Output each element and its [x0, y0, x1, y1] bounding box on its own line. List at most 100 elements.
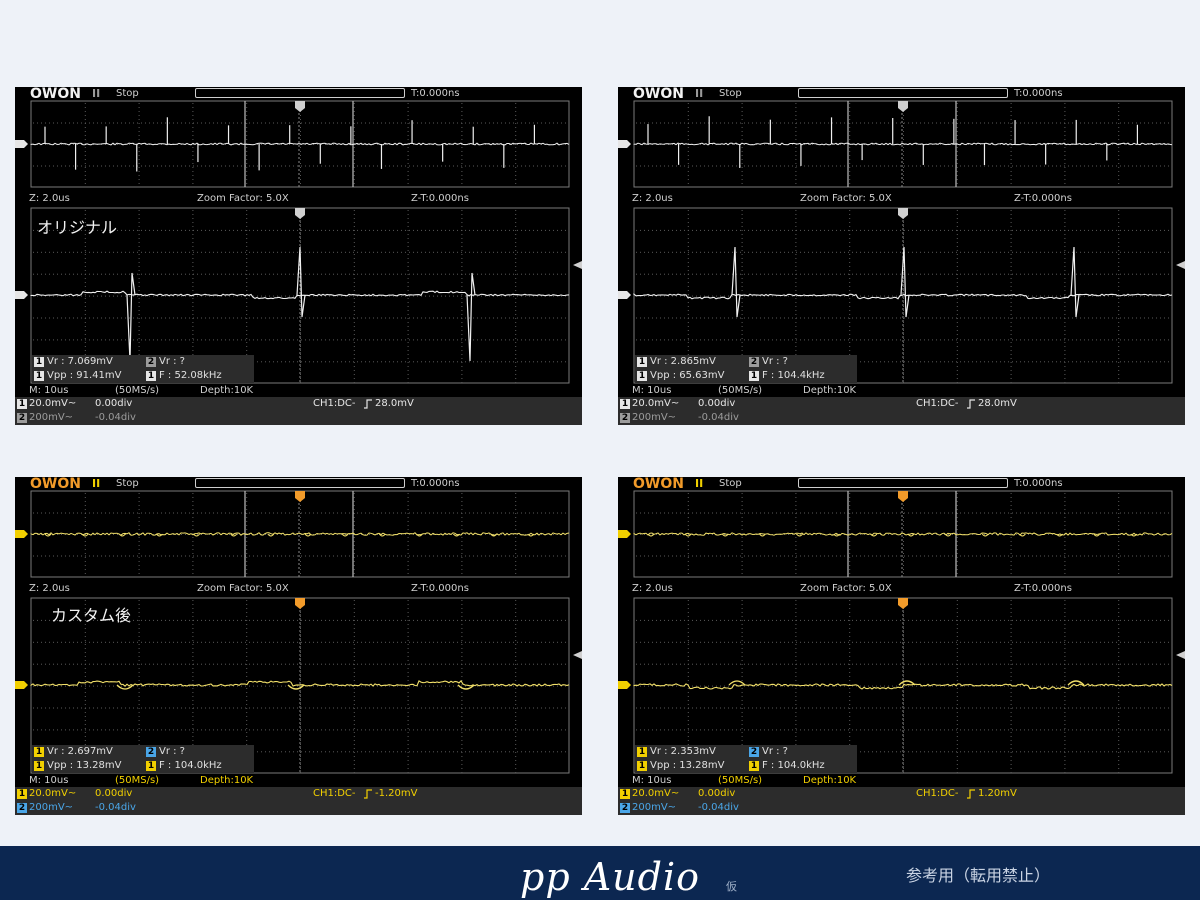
measure-ch1-vr-chip: 1: [34, 357, 44, 367]
zoom-factor: Zoom Factor: 5.0X: [197, 193, 289, 204]
trigger-info: CH1:DC-: [313, 398, 356, 409]
scope-screen-original-b: OWON II Stop T:0.000ns Z: 2.0us Zoom Factor: …: [618, 86, 1185, 425]
zt-offset: Z-T:0.000ns: [411, 193, 469, 204]
measure-ch1-freq-chip: 1: [749, 371, 759, 381]
rising-edge-icon: [967, 789, 975, 799]
trigger-level: 28.0mV: [375, 398, 414, 409]
zoom-scale: Z: 2.0us: [632, 583, 673, 594]
scope-screen-original-a: OWON II Stop T:0.000ns Z: 2.0us Zoom Factor: …: [15, 86, 582, 425]
owon-logo: OWON: [633, 476, 684, 492]
ch1-scale: 20.0mV~: [29, 788, 77, 799]
waveform-label: オリジナル: [37, 218, 118, 237]
ch1-scale: 20.0mV~: [632, 788, 680, 799]
trigger-info: CH1:DC-: [313, 788, 356, 799]
zoom-scale: Z: 2.0us: [29, 583, 70, 594]
measure-ch2-vr: Vr : ?: [762, 746, 788, 757]
measure-ch1-vr-chip: 1: [637, 357, 647, 367]
channel-status-bar: 1 20.0mV~ 0.00div 2 200mV~ -0.04div CH1:DC- -1.…: [15, 787, 582, 815]
trigger-info: CH1:DC-: [916, 398, 959, 409]
channel-status-bar: 1 20.0mV~ 0.00div 2 200mV~ -0.04div CH1:DC- 28.…: [15, 397, 582, 425]
brand-logo: pp Audio: [520, 855, 701, 899]
memory-depth: Depth:10K: [200, 385, 254, 396]
measure-ch1-freq-chip: 1: [749, 761, 759, 771]
scope-screen-custom-a: OWON II Stop T:0.000ns Z: 2.0us Zoom Factor: …: [15, 476, 582, 815]
ch2-position: -0.04div: [698, 412, 739, 423]
t-offset: T:0.000ns: [411, 478, 460, 489]
rising-edge-icon: [967, 399, 975, 409]
run-indicator: II: [695, 87, 704, 100]
ch2-position: -0.04div: [95, 802, 136, 813]
ch1-marker: [618, 530, 631, 689]
ch2-scale: 200mV~: [632, 412, 677, 423]
sample-rate: (50MS/s): [718, 385, 763, 396]
measure-ch1-vr: Vr : 2.865mV: [650, 356, 716, 367]
measure-ch1-vpp-chip: 1: [34, 761, 44, 771]
ch1-position: 0.00div: [698, 788, 736, 799]
owon-logo: OWON: [633, 86, 684, 102]
channel-status-bar: 1 20.0mV~ 0.00div 2 200mV~ -0.04div CH1:DC- 1.2…: [618, 787, 1185, 815]
trigger-level: 28.0mV: [978, 398, 1017, 409]
measure-ch1-vr-chip: 1: [637, 747, 647, 757]
overview-trace: [633, 142, 1173, 146]
timebase: M: 10us: [29, 775, 69, 786]
rising-edge-icon: [364, 399, 372, 409]
zoom-factor: Zoom Factor: 5.0X: [800, 193, 892, 204]
zoom-factor: Zoom Factor: 5.0X: [197, 583, 289, 594]
owon-logo: OWON: [30, 86, 81, 102]
measure-ch1-freq-chip: 1: [146, 371, 156, 381]
zoom-window-bar: [195, 88, 405, 98]
ch1-status-chip: 1: [620, 399, 630, 409]
ch2-status-chip: 2: [620, 413, 630, 423]
ch2-position: -0.04div: [95, 412, 136, 423]
ch1-position: 0.00div: [698, 398, 736, 409]
ch1-scale: 20.0mV~: [29, 398, 77, 409]
overview-trace: [30, 142, 570, 146]
main-spike: [466, 272, 476, 362]
ch1-position: 0.00div: [95, 398, 133, 409]
measure-ch1-freq-chip: 1: [146, 761, 156, 771]
trigger-level: -1.20mV: [375, 788, 418, 799]
ch2-scale: 200mV~: [29, 802, 74, 813]
zoom-scale: Z: 2.0us: [29, 193, 70, 204]
overview-dip: [796, 533, 803, 537]
channel-status-bar: 1 20.0mV~ 0.00div 2 200mV~ -0.04div CH1:DC- 28.…: [618, 397, 1185, 425]
sample-rate: (50MS/s): [115, 775, 160, 786]
ch1-position: 0.00div: [95, 788, 133, 799]
measure-ch2-vr-chip: 2: [146, 357, 156, 367]
measure-ch1-vpp-chip: 1: [637, 761, 647, 771]
ch1-marker: [618, 140, 631, 299]
measure-ch2-vr-chip: 2: [749, 357, 759, 367]
run-indicator: II: [695, 477, 704, 490]
t-offset: T:0.000ns: [1014, 88, 1063, 99]
scope-screen-custom-b: OWON II Stop T:0.000ns Z: 2.0us Zoom Factor: …: [618, 476, 1185, 815]
measure-ch2-vr: Vr : ?: [762, 356, 788, 367]
measure-ch2-vr: Vr : ?: [159, 746, 185, 757]
measurement-panel: 1 Vr : 2.353mV 2 Vr : ? 1 Vpp : 13.28mV 1 F : 1…: [635, 745, 857, 773]
ch1-status-chip: 1: [620, 789, 630, 799]
t-offset: T:0.000ns: [411, 88, 460, 99]
ch2-status-chip: 2: [620, 803, 630, 813]
ch1-scale: 20.0mV~: [632, 398, 680, 409]
memory-depth: Depth:10K: [200, 775, 254, 786]
trigger-info: CH1:DC-: [916, 788, 959, 799]
run-indicator: II: [92, 87, 101, 100]
zt-offset: Z-T:0.000ns: [1014, 193, 1072, 204]
zoom-scale: Z: 2.0us: [632, 193, 673, 204]
measure-ch2-vr-chip: 2: [749, 747, 759, 757]
measure-ch1-freq: F : 104.4kHz: [762, 370, 825, 381]
measure-ch1-vpp: Vpp : 13.28mV: [650, 760, 725, 771]
rising-edge-icon: [364, 789, 372, 799]
brand-suffix: 仮: [726, 880, 737, 893]
measurement-panel: 1 Vr : 2.865mV 2 Vr : ? 1 Vpp : 65.63mV 1 F : 1…: [635, 355, 857, 383]
measure-ch1-vpp-chip: 1: [34, 371, 44, 381]
measure-ch2-vr-chip: 2: [146, 747, 156, 757]
ch1-marker: [15, 530, 28, 689]
zoom-window-bar: [798, 478, 1008, 488]
timebase: M: 10us: [632, 385, 672, 396]
overview-trace: [30, 532, 570, 536]
zoom-window-bar: [195, 478, 405, 488]
waveform-label: カスタム後: [51, 606, 132, 625]
measure-ch1-freq: F : 52.08kHz: [159, 370, 222, 381]
ch1-status-chip: 1: [17, 399, 27, 409]
zoom-window-bar: [798, 88, 1008, 98]
